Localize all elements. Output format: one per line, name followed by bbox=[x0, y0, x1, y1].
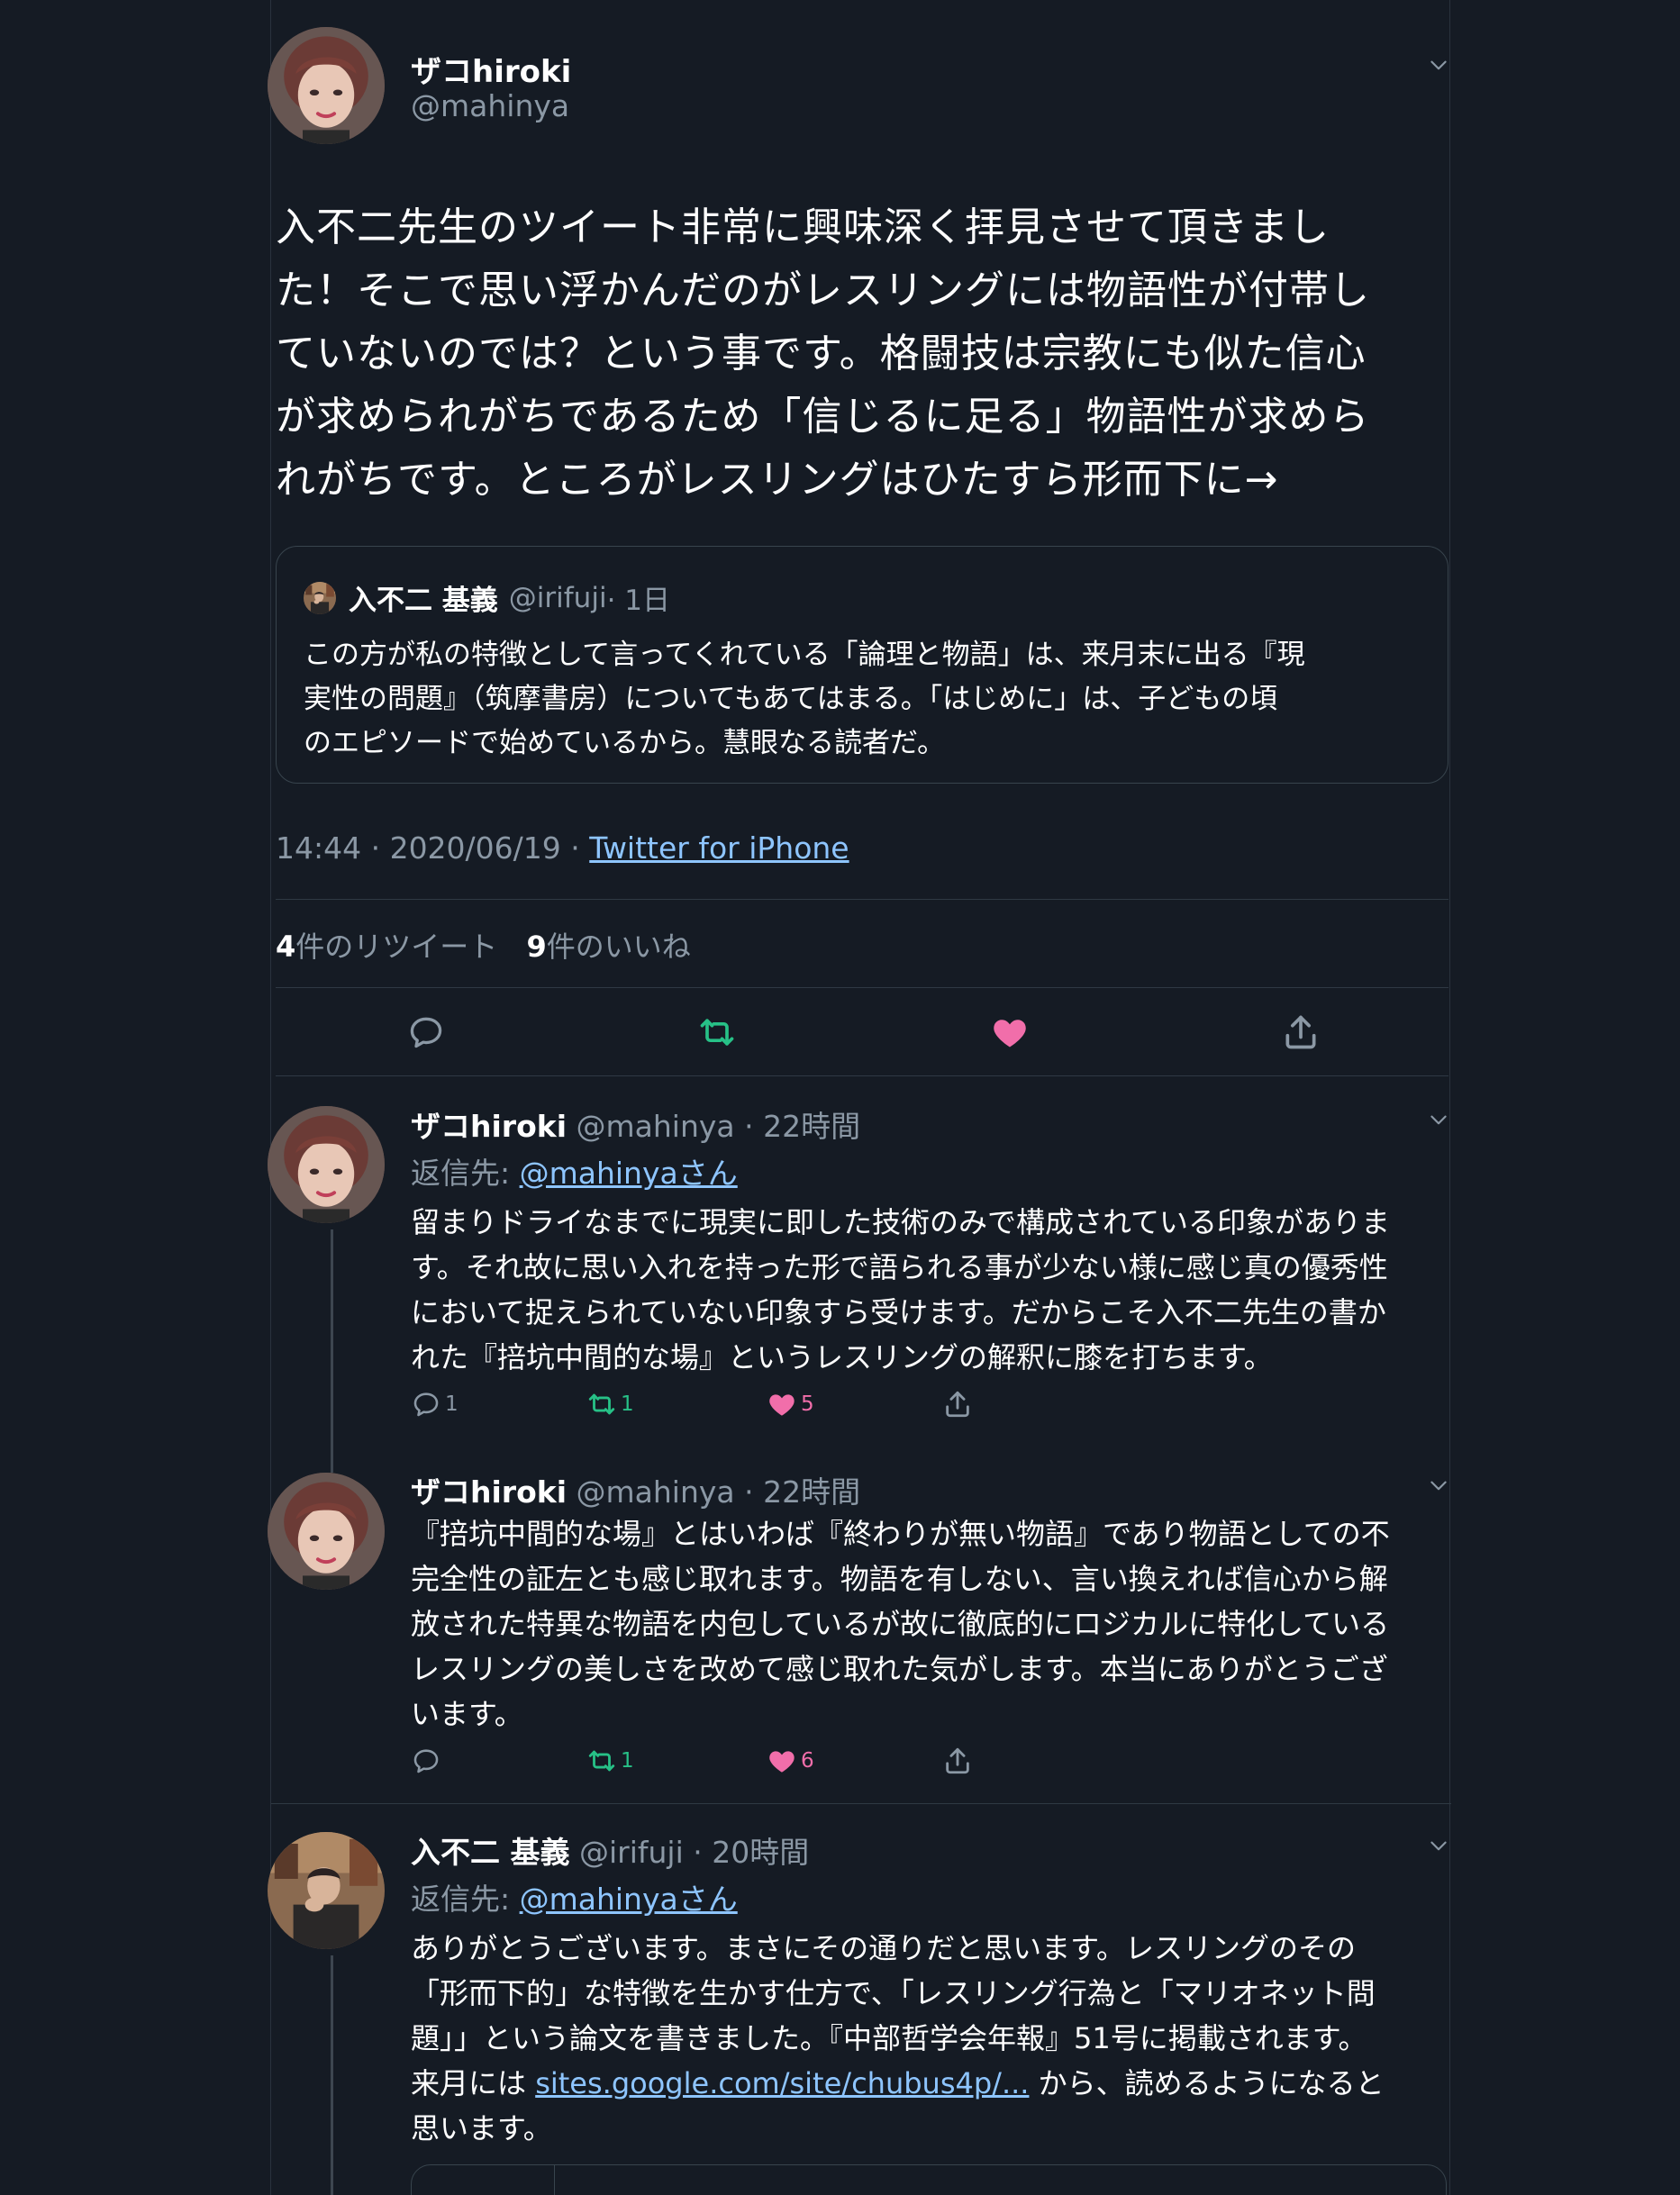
divider bbox=[276, 987, 1448, 988]
retweet-icon[interactable] bbox=[690, 1005, 744, 1059]
thread-line bbox=[331, 1955, 333, 2195]
likes-stat[interactable]: 9件のいいね bbox=[526, 930, 690, 964]
share-icon[interactable] bbox=[942, 1389, 973, 1419]
reply-time[interactable]: · 20時間 bbox=[693, 1835, 809, 1870]
retweets-stat[interactable]: 4件のリツイート bbox=[276, 930, 497, 964]
reply-actions: 1 1 5 bbox=[411, 1389, 1041, 1425]
reply-icon[interactable]: 1 bbox=[411, 1389, 459, 1419]
quoted-tweet-header: 入不二 基義 @irifuji · 1日 bbox=[304, 577, 670, 618]
reply-icon[interactable] bbox=[399, 1005, 453, 1059]
quoted-tweet[interactable]: 入不二 基義 @irifuji · 1日 この方が私の特徴として言ってくれている… bbox=[276, 546, 1448, 784]
share-icon[interactable] bbox=[1274, 1005, 1328, 1059]
reply-author-handle[interactable]: @irifuji bbox=[579, 1835, 684, 1870]
link-preview-card[interactable] bbox=[411, 2164, 1447, 2195]
quoted-author-handle: @irifuji bbox=[508, 581, 607, 614]
reply-tweet[interactable]: ザコhiroki @mahinya · 22時間 『掊坑中間的な場』とはいわば『… bbox=[268, 1468, 1451, 1774]
heart-icon[interactable]: 5 bbox=[767, 1389, 814, 1419]
divider bbox=[276, 899, 1448, 900]
reply-to: 返信先: @mahinyaさん bbox=[411, 1882, 738, 1917]
reply-time[interactable]: · 22時間 bbox=[744, 1109, 860, 1144]
author-handle[interactable]: @mahinya bbox=[411, 88, 569, 123]
quoted-tweet-time: · 1日 bbox=[606, 585, 670, 617]
chevron-down-icon[interactable] bbox=[1422, 1830, 1455, 1863]
card-separator bbox=[554, 2165, 555, 2195]
reply-text: 留まりドライなまでに現実に即した技術のみで構成されている印象がありま す。それ故… bbox=[411, 1205, 1391, 1374]
tweet-metadata: 14:44 · 2020/06/19 · Twitter for iPhone bbox=[276, 830, 849, 866]
reply-to: 返信先: @mahinyaさん bbox=[411, 1156, 738, 1191]
reply-author-avatar[interactable] bbox=[268, 1473, 385, 1590]
reply-header: ザコhiroki @mahinya · 22時間 bbox=[411, 1468, 860, 1511]
reply-to-user-link[interactable]: @mahinyaさん bbox=[520, 1882, 738, 1917]
author-name[interactable]: ザコhiroki bbox=[411, 47, 571, 91]
reply-author-avatar[interactable] bbox=[268, 1106, 385, 1223]
chevron-down-icon[interactable] bbox=[1422, 1104, 1455, 1137]
retweet-icon[interactable]: 1 bbox=[586, 1746, 634, 1776]
reply-author-avatar[interactable] bbox=[268, 1832, 385, 1949]
reply-actions: 1 6 bbox=[411, 1746, 1041, 1782]
tweet-text: 入不二先生のツイート非常に興味深く拝見させて頂きまし た！そこで思い浮かんだのが… bbox=[276, 204, 1370, 503]
reply-icon[interactable] bbox=[411, 1746, 441, 1776]
reply-header: 入不二 基義 @irifuji · 20時間 bbox=[411, 1828, 809, 1872]
heart-icon[interactable]: 6 bbox=[767, 1746, 814, 1776]
author-avatar[interactable] bbox=[268, 27, 385, 144]
reply-author-name[interactable]: ザコhiroki bbox=[411, 1474, 567, 1510]
divider bbox=[276, 1075, 1448, 1076]
tweet-column: ザコhiroki @mahinya 入不二先生のツイート非常に興味深く拝見させて… bbox=[268, 0, 1451, 2195]
tweet-timestamp: 14:44 · 2020/06/19 · bbox=[276, 830, 590, 866]
reply-header: ザコhiroki @mahinya · 22時間 bbox=[411, 1102, 860, 1146]
external-link[interactable]: sites.google.com/site/chubus4p/... bbox=[535, 2066, 1029, 2100]
reply-time[interactable]: · 22時間 bbox=[744, 1474, 860, 1510]
tweet-source-link[interactable]: Twitter for iPhone bbox=[589, 830, 849, 866]
reply-text: 『掊坑中間的な場』とはいわば『終わりが無い物語』であり物語としての不 完全性の証… bbox=[411, 1517, 1390, 1731]
tweet-stats: 4件のリツイート 9件のいいね bbox=[276, 924, 691, 966]
tweet-actions bbox=[276, 1005, 1448, 1059]
reply-tweet[interactable]: 入不二 基義 @irifuji · 20時間 返信先: @mahinyaさん あ… bbox=[268, 1825, 1451, 2195]
reply-author-handle[interactable]: @mahinya bbox=[577, 1109, 735, 1144]
quoted-author-avatar bbox=[304, 581, 336, 614]
reply-author-handle[interactable]: @mahinya bbox=[577, 1474, 735, 1510]
chevron-down-icon[interactable] bbox=[1422, 50, 1455, 82]
quoted-author-name: 入不二 基義 bbox=[349, 585, 498, 617]
share-icon[interactable] bbox=[942, 1746, 973, 1776]
reply-author-name[interactable]: 入不二 基義 bbox=[411, 1835, 570, 1870]
heart-icon[interactable] bbox=[983, 1005, 1037, 1059]
chevron-down-icon[interactable] bbox=[1422, 1470, 1455, 1502]
retweet-icon[interactable]: 1 bbox=[586, 1389, 634, 1419]
reply-tweet[interactable]: ザコhiroki @mahinya · 22時間 返信先: @mahinyaさん… bbox=[268, 1099, 1451, 1473]
divider bbox=[271, 1803, 1451, 1804]
reply-author-name[interactable]: ザコhiroki bbox=[411, 1109, 567, 1144]
reply-text: ありがとうございます。まさにその通りだと思います。レスリングのその 「形而下的」… bbox=[411, 1931, 1385, 2145]
thread-line bbox=[331, 1229, 333, 1473]
reply-to-user-link[interactable]: @mahinyaさん bbox=[520, 1156, 738, 1191]
quoted-tweet-text: この方が私の特徴として言ってくれている「論理と物語」は、来月末に出る『現 実性の… bbox=[304, 639, 1305, 759]
